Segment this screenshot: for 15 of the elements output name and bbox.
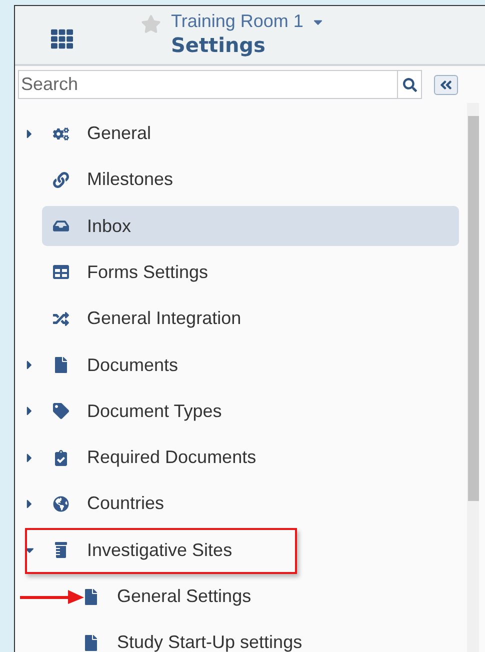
tree-item[interactable]: Required Documents <box>42 438 459 478</box>
tree-item[interactable]: Document Types <box>42 391 459 432</box>
tree-item[interactable]: Forms Settings <box>42 252 459 292</box>
tree-item[interactable]: General Settings <box>72 576 459 617</box>
tree-item[interactable]: Countries <box>42 484 459 524</box>
search-field[interactable]: Search <box>18 70 397 100</box>
tree-item[interactable]: Inbox <box>42 206 459 246</box>
tree-item[interactable]: General Integration <box>42 298 459 339</box>
tree-item[interactable]: Study Start-Up settings <box>72 622 459 652</box>
tree-item[interactable]: Documents <box>42 345 459 386</box>
page-title: Settings <box>171 33 266 57</box>
tree-item[interactable]: Milestones <box>42 160 459 200</box>
workspace-dropdown[interactable]: Training Room 1 <box>171 11 326 32</box>
tree-item[interactable]: Investigative Sites <box>42 530 459 570</box>
tree-item[interactable]: General <box>42 114 459 154</box>
